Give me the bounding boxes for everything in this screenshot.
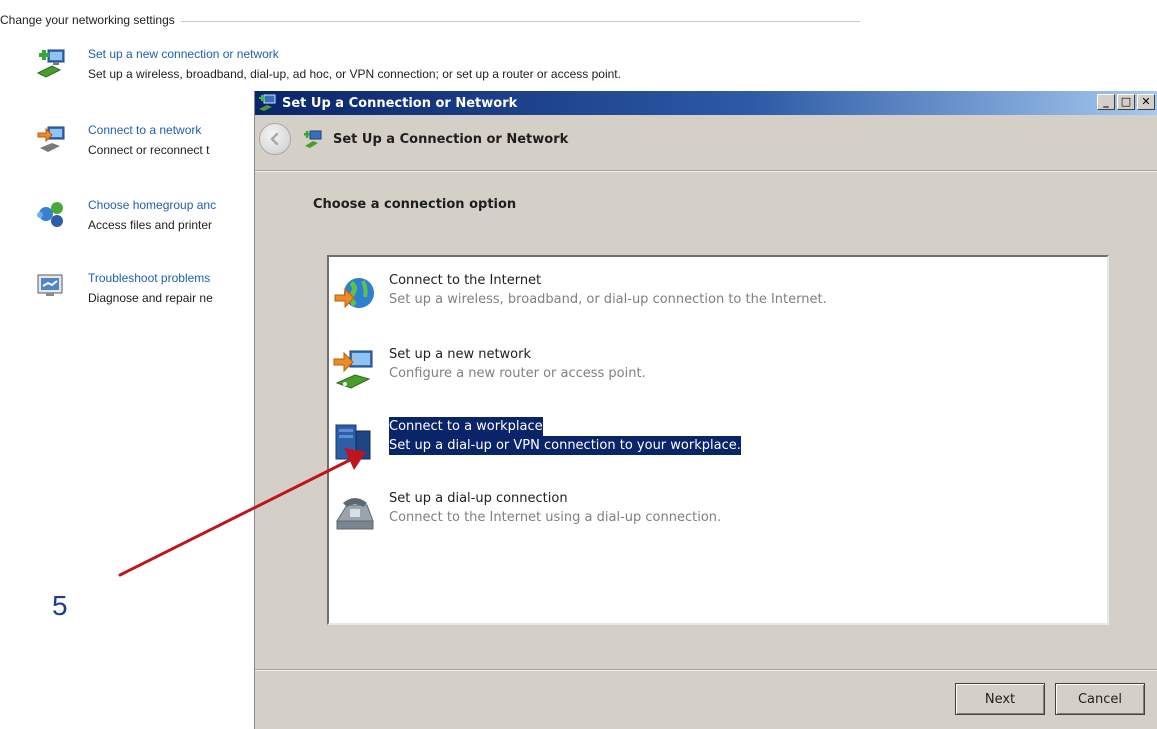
task-desc: Diagnose and repair ne (88, 291, 213, 305)
section-divider (180, 20, 860, 22)
footer-divider (255, 669, 1157, 671)
globe-icon (334, 278, 374, 309)
option-desc: Configure a new router or access point. (389, 366, 646, 381)
cancel-button[interactable]: Cancel (1055, 683, 1145, 715)
minimize-button[interactable]: _ (1097, 94, 1115, 110)
task-desc: Connect or reconnect t (88, 143, 210, 157)
router-icon (333, 350, 373, 389)
troubleshoot-icon (37, 274, 63, 296)
task-link[interactable]: Troubleshoot problems (88, 268, 210, 288)
network-setup-icon (304, 130, 322, 148)
nav-divider (255, 170, 1157, 172)
network-setup-icon (259, 94, 276, 111)
back-arrow-icon (270, 132, 279, 146)
section-header-label: Change your networking settings (0, 13, 175, 27)
workplace-icon (335, 424, 371, 460)
nav-title: Set Up a Connection or Network (333, 131, 569, 147)
phone-icon (336, 498, 374, 530)
connection-option-list: Connect to the Internet Set up a wireles… (327, 255, 1109, 625)
task-desc: Access files and printer (88, 218, 213, 232)
task-link[interactable]: Set up a new connection or network (88, 44, 279, 64)
option-title: Connect to a workplace (389, 417, 543, 436)
task-link[interactable]: Choose homegroup anc (88, 195, 216, 215)
option-desc: Set up a wireless, broadband, or dial-up… (389, 292, 827, 307)
option-title: Connect to the Internet (389, 273, 542, 288)
option-desc: Connect to the Internet using a dial-up … (389, 510, 722, 525)
task-link[interactable]: Connect to a network (88, 120, 201, 140)
option-dialup[interactable]: Set up a dial-up connection Connect to t… (333, 489, 1053, 537)
maximize-button[interactable]: □ (1117, 94, 1135, 110)
option-title: Set up a dial-up connection (389, 491, 568, 506)
homegroup-icon (37, 202, 63, 227)
option-new-network[interactable]: Set up a new network Configure a new rou… (333, 345, 1053, 393)
setup-connection-dialog: Set Up a Connection or Network _ □ ✕ Set… (254, 91, 1157, 729)
connect-network-icon (37, 126, 65, 152)
option-connect-workplace[interactable]: Connect to a workplace Set up a dial-up … (333, 417, 1053, 465)
nav-bar: Set Up a Connection or Network (255, 115, 1157, 163)
title-bar[interactable]: Set Up a Connection or Network _ □ ✕ (255, 91, 1157, 115)
option-text: Connect to a workplace Set up a dial-up … (389, 417, 741, 455)
dialog-title: Set Up a Connection or Network (282, 95, 518, 111)
step-number: 5 (52, 590, 68, 621)
network-setup-icon (36, 49, 65, 78)
task-desc: Set up a wireless, broadband, dial-up, a… (88, 67, 621, 81)
page-heading: Choose a connection option (313, 197, 517, 212)
next-button[interactable]: Next (955, 683, 1045, 715)
option-text: Set up a dial-up connection Connect to t… (389, 489, 721, 527)
option-connect-internet[interactable]: Connect to the Internet Set up a wireles… (333, 271, 1053, 319)
section-header: Change your networking settings (0, 11, 860, 29)
window-controls: _ □ ✕ (1097, 94, 1155, 110)
close-button[interactable]: ✕ (1137, 94, 1155, 110)
back-button[interactable] (259, 123, 291, 155)
option-text: Connect to the Internet Set up a wireles… (389, 271, 827, 309)
option-title: Set up a new network (389, 347, 531, 362)
option-text: Set up a new network Configure a new rou… (389, 345, 646, 383)
option-desc: Set up a dial-up or VPN connection to yo… (389, 436, 741, 455)
